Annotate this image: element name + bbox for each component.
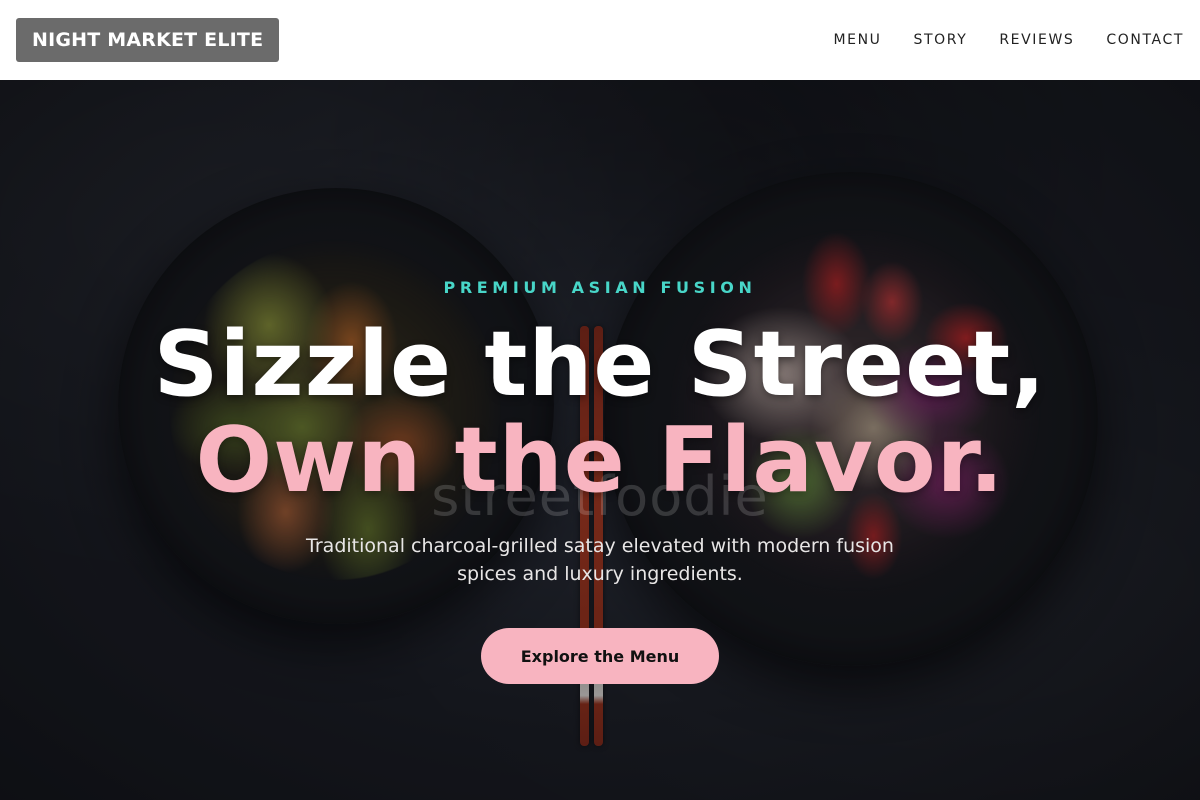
hero-content: PREMIUM ASIAN FUSION Sizzle the Street, … [0, 80, 1200, 800]
hero-section: streetfoodie PREMIUM ASIAN FUSION Sizzle… [0, 80, 1200, 800]
hero-headline-line1: Sizzle the Street, [153, 312, 1047, 417]
hero-subtitle: Traditional charcoal-grilled satay eleva… [306, 535, 894, 585]
hero-headline-line2: Own the Flavor. [195, 408, 1005, 513]
site-header: NIGHT MARKET ELITE MENU STORY REVIEWS CO… [0, 0, 1200, 80]
nav-link-menu[interactable]: MENU [833, 32, 881, 48]
nav-link-reviews[interactable]: REVIEWS [999, 32, 1074, 48]
explore-menu-button[interactable]: Explore the Menu [481, 628, 719, 684]
nav-link-contact[interactable]: CONTACT [1106, 32, 1184, 48]
hero-eyebrow: PREMIUM ASIAN FUSION [443, 278, 757, 297]
brand-logo[interactable]: NIGHT MARKET ELITE [16, 18, 280, 62]
nav-link-story[interactable]: STORY [914, 32, 968, 48]
main-nav: MENU STORY REVIEWS CONTACT [833, 32, 1184, 48]
